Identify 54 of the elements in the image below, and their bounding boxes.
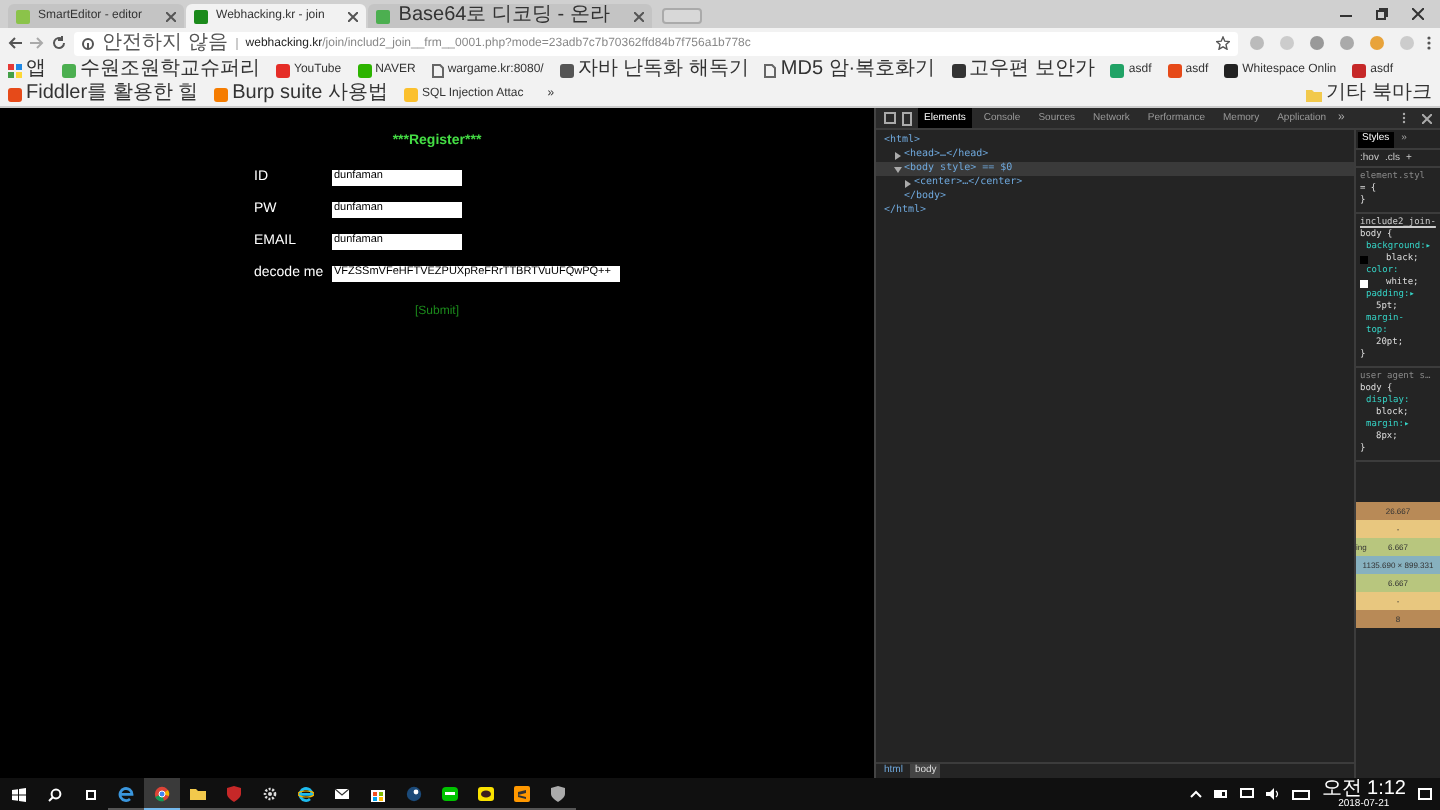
restore-icon — [1376, 8, 1388, 20]
folder-icon — [190, 785, 206, 801]
inspect-icon — [884, 112, 896, 124]
close-icon — [348, 11, 359, 21]
swirl-icon — [118, 785, 134, 801]
gear-icon — [262, 785, 278, 801]
security-label: 안전하지 않음 — [102, 33, 228, 53]
speech-bubble-icon — [442, 785, 458, 801]
forward-arrow-icon — [30, 36, 44, 50]
close-icon — [1412, 8, 1424, 20]
extension-button[interactable] — [1310, 36, 1324, 50]
taskbar-app-button[interactable] — [144, 778, 180, 810]
reload-icon — [52, 36, 66, 50]
tab-title: Base64로 디코딩 - 온라 — [398, 6, 612, 26]
chevron-up-icon — [1189, 790, 1202, 798]
bookmark-link[interactable]: Burp suite 사용법 — [214, 82, 388, 106]
shield-icon — [550, 785, 566, 801]
bookmark-link[interactable]: 고우편 보안가 — [951, 58, 1095, 82]
star-icon — [1216, 36, 1230, 50]
round-logo-icon — [406, 785, 422, 801]
folder-icon — [1306, 87, 1323, 101]
color-swatch[interactable] — [1360, 256, 1368, 264]
bookmark-link[interactable]: 기타 북마크 — [1306, 82, 1432, 106]
network-icon — [1239, 788, 1254, 800]
windows-logo-icon — [11, 787, 25, 801]
apps-grid-icon — [8, 63, 22, 77]
back-arrow-icon — [8, 36, 22, 50]
device-icon — [902, 111, 912, 125]
bookmark-link[interactable]: Fiddler를 활용한 힐 — [8, 82, 199, 106]
close-icon — [1422, 113, 1432, 123]
close-icon — [166, 11, 177, 21]
close-icon — [633, 11, 644, 21]
shield-icon — [226, 785, 242, 801]
search-icon — [47, 787, 61, 801]
keyboard-icon — [1291, 789, 1310, 799]
info-icon — [82, 37, 94, 49]
speaker-icon — [1265, 788, 1280, 800]
shopping-bag-icon — [370, 785, 386, 801]
swirl-icon — [298, 785, 314, 801]
circle-logo-icon — [154, 785, 170, 801]
notification-icon — [1418, 787, 1432, 801]
bookmark-link[interactable]: 수원조원학교슈퍼리 — [62, 58, 260, 82]
bookmark-link[interactable]: 앱 — [8, 58, 46, 82]
task-view-icon — [83, 787, 97, 801]
speech-bubble-icon — [478, 785, 494, 801]
battery-icon — [1213, 790, 1228, 798]
bookmark-link[interactable]: MD5 암·복호화기 — [764, 58, 936, 82]
envelope-icon — [334, 785, 350, 801]
menu-icon — [1426, 36, 1432, 50]
page-icon — [764, 63, 777, 77]
page-icon — [431, 63, 444, 77]
browser-tab[interactable]: Base64로 디코딩 - 온라 — [368, 4, 652, 28]
color-swatch[interactable] — [1360, 280, 1368, 288]
bookmark-link[interactable]: 자바 난독화 해독기 — [559, 58, 749, 82]
